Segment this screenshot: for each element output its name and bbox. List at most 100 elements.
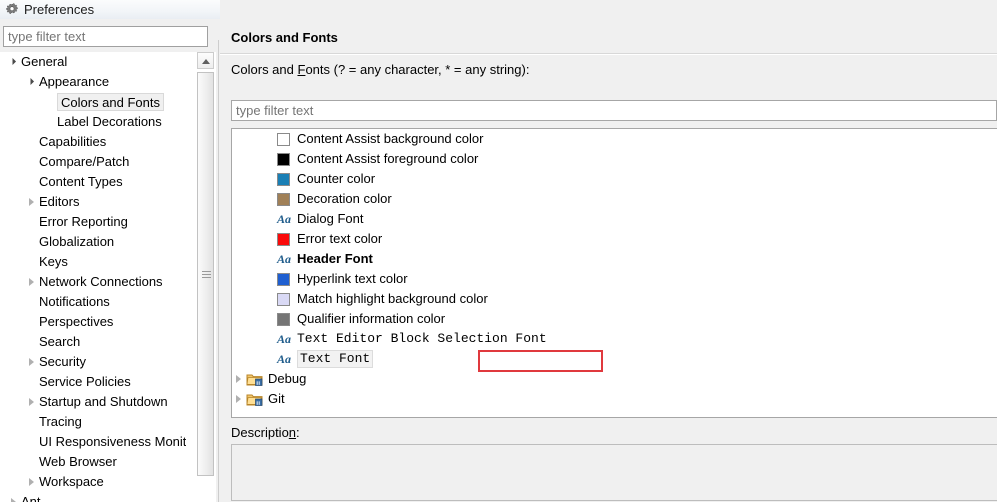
tree-expanded-arrow-icon[interactable] xyxy=(26,72,39,92)
tree-expanded-arrow-icon[interactable] xyxy=(8,52,21,72)
sidebar-item-keys[interactable]: Keys xyxy=(0,252,196,272)
sidebar-item-service-policies[interactable]: Service Policies xyxy=(0,372,196,392)
colors-fonts-list-item[interactable]: Counter color xyxy=(232,169,997,189)
sidebar-item-content-types[interactable]: Content Types xyxy=(0,172,196,192)
tree-collapsed-arrow-icon[interactable] xyxy=(26,272,39,292)
sidebar-item-label: Tracing xyxy=(39,414,82,429)
sidebar-item-notifications[interactable]: Notifications xyxy=(0,292,196,312)
sidebar-item-startup-and-shutdown[interactable]: Startup and Shutdown xyxy=(0,392,196,412)
sidebar-item-general[interactable]: General xyxy=(0,52,196,72)
sidebar-item-label: Ant xyxy=(21,494,41,502)
sidebar-item-label: Web Browser xyxy=(39,454,117,469)
sidebar-item-colors-and-fonts[interactable]: Colors and Fonts xyxy=(0,92,196,112)
scrollbar-thumb[interactable] xyxy=(197,72,214,476)
sidebar-item-label: Search xyxy=(39,334,81,349)
colors-fonts-list-item[interactable]: Error text color xyxy=(232,229,997,249)
font-sample-icon: Aa xyxy=(276,252,291,266)
sidebar-item-label: Content Types xyxy=(39,174,123,189)
dialog-titlebar[interactable]: Preferences xyxy=(0,0,220,19)
sidebar-item-label-decorations[interactable]: Label Decorations xyxy=(0,112,196,132)
tree-collapsed-arrow-icon[interactable] xyxy=(232,389,246,409)
sidebar-item-security[interactable]: Security xyxy=(0,352,196,372)
tree-collapsed-arrow-icon[interactable] xyxy=(26,352,39,372)
sidebar-scrollbar[interactable] xyxy=(196,52,216,502)
color-swatch-icon xyxy=(277,172,290,186)
sidebar-item-web-browser[interactable]: Web Browser xyxy=(0,452,196,472)
title-divider-highlight xyxy=(220,54,997,55)
colors-fonts-item-label: Error text color xyxy=(297,231,383,246)
tree-collapsed-arrow-icon[interactable] xyxy=(232,369,246,389)
colors-fonts-item-label: Text Font xyxy=(297,350,374,368)
scrollbar-track[interactable] xyxy=(197,70,214,502)
sidebar-item-label: Capabilities xyxy=(39,134,107,149)
colors-fonts-list-item[interactable]: Content Assist background color xyxy=(232,129,997,149)
font-sample-icon: Aa xyxy=(276,352,291,366)
sidebar-item-appearance[interactable]: Appearance xyxy=(0,72,196,92)
colors-fonts-list-item[interactable]: Qualifier information color xyxy=(232,309,997,329)
dialog-title: Preferences xyxy=(24,2,95,17)
color-swatch-icon xyxy=(277,292,290,306)
scroll-up-icon[interactable] xyxy=(197,52,214,69)
sidebar-item-ant[interactable]: Ant xyxy=(0,492,196,502)
colors-fonts-category-git[interactable]: Git xyxy=(232,389,997,409)
colors-fonts-item-label: Header Font xyxy=(297,251,373,266)
sidebar-item-tracing[interactable]: Tracing xyxy=(0,412,196,432)
sidebar-item-label: Globalization xyxy=(39,234,115,249)
sidebar-item-perspectives[interactable]: Perspectives xyxy=(0,312,196,332)
sidebar-item-label: Security xyxy=(39,354,86,369)
colors-fonts-item-label: Counter color xyxy=(297,171,376,186)
colors-fonts-item-label: Content Assist background color xyxy=(297,131,484,146)
colors-fonts-list-item[interactable]: Decoration color xyxy=(232,189,997,209)
colors-fonts-list-item[interactable]: Match highlight background color xyxy=(232,289,997,309)
preferences-sidebar: General Appearance Colors and Fonts Label D… xyxy=(0,20,216,502)
sidebar-item-label: Editors xyxy=(39,194,80,209)
sidebar-item-globalization[interactable]: Globalization xyxy=(0,232,196,252)
sidebar-item-network-connections[interactable]: Network Connections xyxy=(0,272,196,292)
description-label-pre: Descriptio xyxy=(231,425,289,440)
colors-fonts-category-debug[interactable]: Debug xyxy=(232,369,997,389)
sidebar-filter-input[interactable] xyxy=(3,26,208,47)
sidebar-item-capabilities[interactable]: Capabilities xyxy=(0,132,196,152)
colors-fonts-item-label: Decoration color xyxy=(297,191,392,206)
colors-and-fonts-list[interactable]: Content Assist background color Content A… xyxy=(231,128,997,418)
description-label-mnemonic: n xyxy=(288,425,297,440)
sidebar-item-compare-patch[interactable]: Compare/Patch xyxy=(0,152,196,172)
description-label-post: : xyxy=(296,425,300,440)
sidebar-item-label: Compare/Patch xyxy=(39,154,130,169)
color-swatch-icon xyxy=(277,132,290,146)
colors-fonts-filter-input[interactable] xyxy=(231,100,997,121)
tree-collapsed-arrow-icon[interactable] xyxy=(26,192,39,212)
colors-fonts-list-item[interactable]: Content Assist foreground color xyxy=(232,149,997,169)
tree-collapsed-arrow-icon[interactable] xyxy=(8,492,21,502)
sidebar-item-editors[interactable]: Editors xyxy=(0,192,196,212)
page-title: Colors and Fonts xyxy=(231,30,338,45)
colors-fonts-list-item[interactable]: Hyperlink text color xyxy=(232,269,997,289)
color-swatch-icon xyxy=(277,312,290,326)
colors-fonts-item-label: Qualifier information color xyxy=(297,311,446,326)
sidebar-item-label: UI Responsiveness Monit xyxy=(39,434,187,449)
dialog-body: General Appearance Colors and Fonts Label D… xyxy=(0,20,997,502)
tree-collapsed-arrow-icon[interactable] xyxy=(26,472,39,492)
colors-fonts-list-item[interactable]: Aa Header Font xyxy=(232,249,997,269)
tree-collapsed-arrow-icon[interactable] xyxy=(26,392,39,412)
description-textbox[interactable] xyxy=(231,444,997,501)
folder-category-icon xyxy=(246,392,263,407)
font-sample-icon: Aa xyxy=(276,212,291,226)
scrollbar-grip-icon xyxy=(202,271,211,279)
colors-fonts-list-item[interactable]: Aa Text Font xyxy=(232,349,997,369)
gear-icon xyxy=(6,2,18,14)
colors-fonts-list-item[interactable]: Aa Dialog Font xyxy=(232,209,997,229)
filter-label-pre: Colors and xyxy=(231,62,298,77)
sidebar-item-ui-responsiveness-monit[interactable]: UI Responsiveness Monit xyxy=(0,432,196,452)
sidebar-item-search[interactable]: Search xyxy=(0,332,196,352)
colors-fonts-list-item[interactable]: Aa Text Editor Block Selection Font xyxy=(232,329,997,349)
colors-fonts-item-label: Hyperlink text color xyxy=(297,271,408,286)
sidebar-item-error-reporting[interactable]: Error Reporting xyxy=(0,212,196,232)
sidebar-item-workspace[interactable]: Workspace xyxy=(0,472,196,492)
